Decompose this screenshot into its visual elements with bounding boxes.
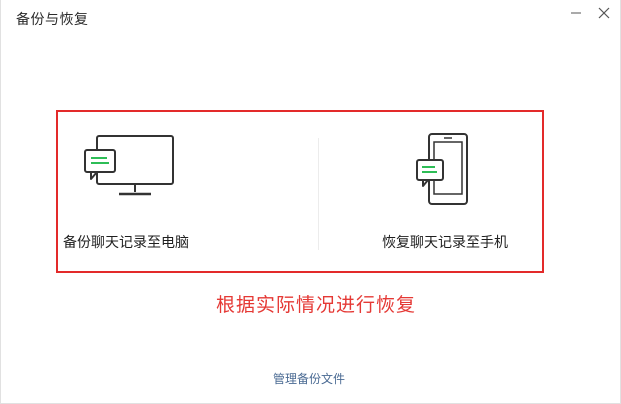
close-button[interactable] <box>591 3 617 23</box>
restore-to-phone-option[interactable]: 恢复聊天记录至手机 <box>331 120 536 265</box>
monitor-chat-icon <box>84 135 174 196</box>
minimize-icon <box>571 12 581 14</box>
window-title: 备份与恢复 <box>16 12 89 28</box>
restore-to-phone-label: 恢复聊天记录至手机 <box>382 235 508 251</box>
backup-restore-window: 备份与恢复 备份聊天记录至电脑 恢复聊天记录至手机 根据实际情况进行恢复 管理备… <box>0 0 621 404</box>
manage-backup-files-link[interactable]: 管理备份文件 <box>273 370 345 387</box>
close-icon <box>598 7 610 19</box>
option-divider <box>318 138 319 250</box>
red-annotation-text: 根据实际情况进行恢复 <box>216 294 417 316</box>
backup-to-pc-label: 备份聊天记录至电脑 <box>63 235 189 251</box>
minimize-button[interactable] <box>563 3 589 23</box>
phone-chat-icon <box>416 133 468 205</box>
backup-to-pc-option[interactable]: 备份聊天记录至电脑 <box>61 120 301 265</box>
